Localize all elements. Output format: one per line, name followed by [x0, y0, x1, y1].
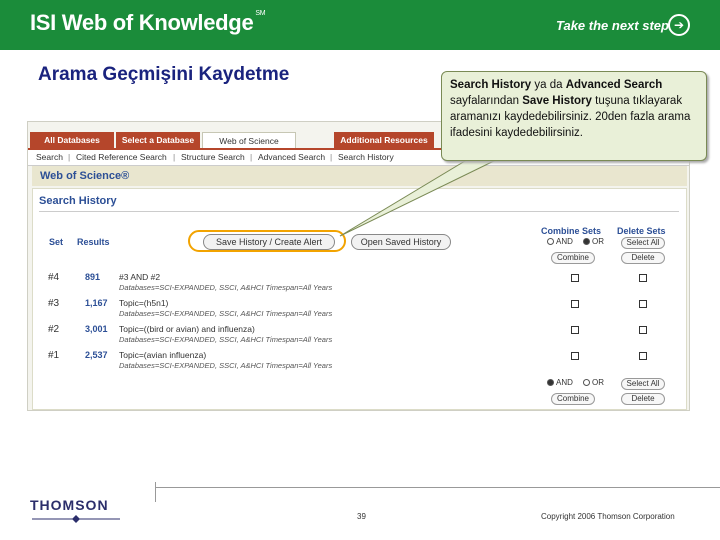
subnav-separator: |: [250, 152, 253, 162]
row-results-link[interactable]: 3,001: [85, 324, 108, 334]
or-radio-top[interactable]: OR: [583, 237, 604, 246]
row-database-info: Databases=SCI-EXPANDED, SSCI, A&HCI Time…: [119, 309, 333, 318]
table-row: #1 2,537 Topic=(avian influenza) Databas…: [33, 348, 688, 374]
copyright: Copyright 2006 Thomson Corporation: [541, 512, 675, 521]
and-radio-top[interactable]: AND: [547, 237, 573, 246]
row-set-number: #2: [48, 324, 60, 335]
row-set-number: #1: [48, 350, 60, 361]
footer-vertical-rule: [155, 482, 156, 502]
isi-wok-logo: ISI Web of Knowledge SM: [30, 10, 266, 35]
row-results-link[interactable]: 891: [85, 272, 100, 282]
delete-button-top[interactable]: Delete: [621, 252, 665, 264]
combine-checkbox[interactable]: [571, 326, 579, 334]
row-database-info: Databases=SCI-EXPANDED, SSCI, A&HCI Time…: [119, 361, 333, 370]
delete-checkbox[interactable]: [639, 274, 647, 282]
combine-button-bottom[interactable]: Combine: [551, 393, 595, 405]
search-history-title: Search History: [39, 195, 117, 207]
delete-button-bottom[interactable]: Delete: [621, 393, 665, 405]
subnav-separator: |: [68, 152, 71, 162]
select-all-button-bottom[interactable]: Select All: [621, 378, 665, 390]
subnav-separator: |: [173, 152, 176, 162]
table-row: #2 3,001 Topic=((bird or avian) and infl…: [33, 322, 688, 348]
subnav-advanced[interactable]: Advanced Search: [258, 152, 325, 162]
combine-checkbox[interactable]: [571, 274, 579, 282]
wos-header-band: Web of Science®: [32, 166, 687, 186]
row-set-number: #3: [48, 298, 60, 309]
delete-checkbox[interactable]: [639, 326, 647, 334]
table-row: #4 891 #3 AND #2 Databases=SCI-EXPANDED,…: [33, 270, 688, 296]
subnav-structure[interactable]: Structure Search: [181, 152, 245, 162]
divider: [39, 211, 679, 212]
web-of-science-screenshot: All Databases Select a Database Web of S…: [27, 121, 690, 411]
delete-checkbox[interactable]: [639, 352, 647, 360]
thomson-logo-mark: [32, 515, 120, 523]
col-set-header: Set: [49, 237, 64, 247]
open-saved-history-button[interactable]: Open Saved History: [351, 234, 451, 250]
row-set-number: #4: [48, 272, 60, 283]
or-radio-bottom[interactable]: OR: [583, 378, 604, 387]
combine-sets-header: Combine Sets: [541, 226, 602, 236]
tab-all-databases[interactable]: All Databases: [30, 132, 114, 148]
save-history-button[interactable]: Save History / Create Alert: [203, 234, 335, 250]
row-query: Topic=(avian influenza): [119, 350, 207, 360]
row-database-info: Databases=SCI-EXPANDED, SSCI, A&HCI Time…: [119, 283, 333, 292]
top-banner: ISI Web of Knowledge SM Take the next ste…: [0, 0, 720, 50]
page-number: 39: [357, 512, 366, 521]
table-row: #3 1,167 Topic=(h5n1) Databases=SCI-EXPA…: [33, 296, 688, 322]
tab-select-database[interactable]: Select a Database: [116, 132, 200, 148]
subnav-separator: |: [330, 152, 333, 162]
wos-title: Web of Science®: [40, 170, 130, 182]
select-all-button-top[interactable]: Select All: [621, 237, 665, 249]
combine-button-top[interactable]: Combine: [551, 252, 595, 264]
col-results-header: Results: [77, 237, 110, 247]
subnav-cited-reference[interactable]: Cited Reference Search: [76, 152, 167, 162]
row-database-info: Databases=SCI-EXPANDED, SSCI, A&HCI Time…: [119, 335, 333, 344]
delete-checkbox[interactable]: [639, 300, 647, 308]
combine-checkbox[interactable]: [571, 300, 579, 308]
delete-sets-header: Delete Sets: [617, 226, 666, 236]
tab-web-of-science[interactable]: Web of Science: [202, 132, 296, 148]
footer-rule: [155, 487, 720, 488]
and-radio-bottom[interactable]: AND: [547, 378, 573, 387]
search-history-panel: Search History Set Results Save History …: [32, 188, 687, 410]
row-query: #3 AND #2: [119, 272, 161, 282]
subnav-search[interactable]: Search: [36, 152, 63, 162]
callout-note: Search History ya da Advanced Search say…: [441, 71, 707, 161]
row-query: Topic=((bird or avian) and influenza): [119, 324, 255, 334]
tab-additional-resources[interactable]: Additional Resources: [334, 132, 434, 148]
row-results-link[interactable]: 1,167: [85, 298, 108, 308]
arrow-circle-icon: ➔: [668, 14, 690, 36]
thomson-logo: THOMSON: [30, 497, 109, 513]
tagline: Take the next step: [556, 18, 669, 33]
combine-checkbox[interactable]: [571, 352, 579, 360]
row-query: Topic=(h5n1): [119, 298, 169, 308]
row-results-link[interactable]: 2,537: [85, 350, 108, 360]
subnav-search-history[interactable]: Search History: [338, 152, 394, 162]
page-title: Arama Geçmişini Kaydetme: [38, 64, 290, 85]
